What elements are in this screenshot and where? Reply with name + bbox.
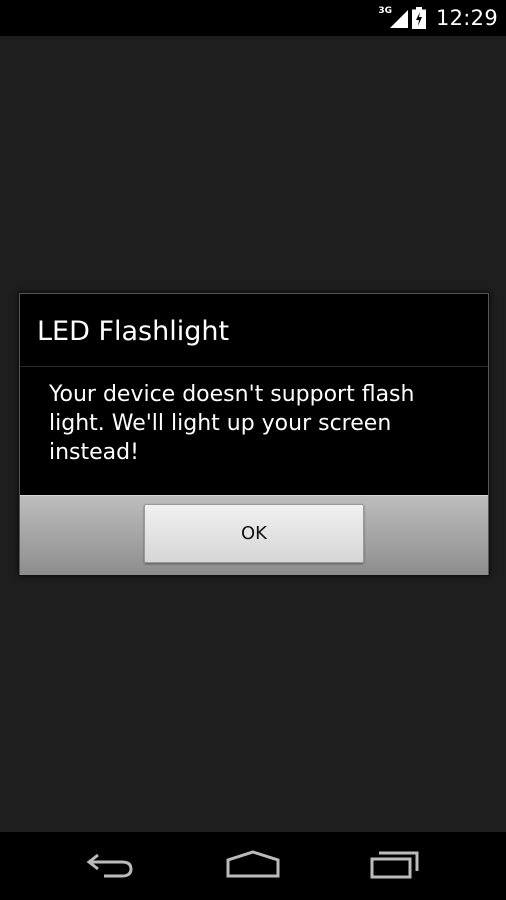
dialog-message: Your device doesn't support flash light.… <box>49 382 415 465</box>
back-icon <box>86 849 136 883</box>
recents-icon <box>369 849 421 883</box>
home-icon <box>225 849 281 883</box>
navigation-bar <box>0 832 506 900</box>
clock: 12:29 <box>435 6 498 30</box>
status-bar: 3G 12:29 <box>0 0 506 36</box>
network-type-label: 3G <box>378 6 392 16</box>
signal-icon <box>389 8 408 28</box>
back-button[interactable] <box>76 846 146 886</box>
dialog-divider <box>20 366 488 367</box>
screen: 3G 12:29 LED Flashlight Your device does… <box>0 0 506 900</box>
battery-icon <box>411 7 426 29</box>
dialog-title: LED Flashlight <box>37 316 230 347</box>
ok-button[interactable]: OK <box>144 504 364 563</box>
home-button[interactable] <box>218 846 288 886</box>
dialog-button-bar: OK <box>20 495 488 575</box>
recents-button[interactable] <box>360 846 430 886</box>
status-icons: 3G 12:29 <box>378 0 498 36</box>
alert-dialog: LED Flashlight Your device doesn't suppo… <box>19 293 489 575</box>
